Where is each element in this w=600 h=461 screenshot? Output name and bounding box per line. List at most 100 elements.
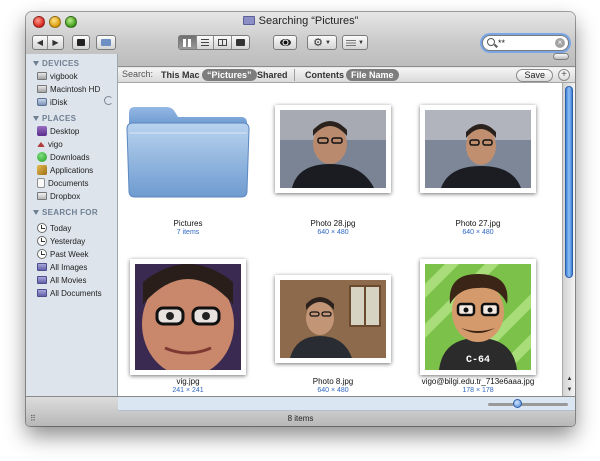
eye-icon [279,39,291,46]
home-icon [37,141,45,147]
sidebar-item-applications[interactable]: Applications [37,164,93,176]
photo-thumbnail [275,105,391,193]
scroll-thumb[interactable] [565,86,573,278]
cover-flow-button[interactable] [232,36,249,49]
scope-shared[interactable]: Shared [252,69,293,81]
chevron-down-icon: ▼ [324,39,331,46]
icon-size-slider[interactable] [488,403,568,406]
smart-folder-icon [37,276,47,284]
forward-button[interactable]: ▶ [48,36,63,49]
disclosure-triangle-icon [33,116,39,121]
photo-image [280,110,386,188]
search-input[interactable]: ** [498,38,505,48]
file-info: 640 × 480 [317,387,349,394]
photo-thumbnail [420,105,536,193]
sidebar-item-all-documents[interactable]: All Documents [37,287,102,299]
file-info: 640 × 480 [462,229,494,236]
file-name: Photo 28.jpg [310,219,356,228]
sidebar-item-downloads[interactable]: Downloads [37,151,90,163]
icon-view-button[interactable] [179,36,197,49]
file-info: 241 × 241 [172,387,204,394]
sidebar-item-today[interactable]: Today [37,222,71,234]
applications-icon [37,165,47,175]
disclosure-triangle-icon [33,61,39,66]
file-name: Pictures [173,219,203,228]
hard-disk-icon [37,85,47,93]
gear-icon: ⚙ [313,37,323,49]
window-title: Searching “Pictures” [26,15,575,27]
icon-size-slider-knob[interactable] [513,399,522,408]
file-info: 7 items [176,229,200,236]
sidebar-header-search-for[interactable]: SEARCH FOR [33,208,98,217]
sidebar-header-places[interactable]: PLACES [33,114,76,123]
smart-folder-icon [37,289,47,297]
cartoon-avatar-image: C-64 [425,264,531,370]
action-menu-button[interactable]: ⚙ ▼ [307,35,337,50]
column-view-button[interactable] [214,36,232,49]
photo-thumbnail [130,259,246,375]
file-item[interactable]: Photo 8.jpg 640 × 480 [263,243,403,396]
columns-icon [217,39,227,46]
laptop-icon [37,72,47,80]
dropbox-icon [37,192,47,200]
criterion-file-name[interactable]: File Name [346,69,399,81]
sidebar-item-yesterday[interactable]: Yesterday [37,235,85,247]
file-item[interactable]: vig.jpg 241 × 241 [118,243,258,396]
sidebar-item-macintosh-hd[interactable]: Macintosh HD [37,83,100,95]
sidebar-item-dropbox[interactable]: Dropbox [37,190,80,202]
clear-search-icon[interactable]: × [555,38,565,48]
quick-look-button[interactable] [273,35,297,50]
quick-look-window-button[interactable] [72,35,90,50]
back-forward-control[interactable]: ◀ ▶ [32,35,64,50]
sync-icon[interactable] [104,96,113,105]
disclosure-triangle-icon [33,210,39,215]
sidebar-header-devices[interactable]: DEVICES [33,59,79,68]
sidebar-item-idisk[interactable]: iDisk [37,96,67,108]
icon-view[interactable]: Pictures 7 items Photo 28.jpg 640 × 480 [118,83,562,396]
file-name: Photo 27.jpg [455,219,501,228]
file-item[interactable]: Pictures 7 items [118,83,258,243]
photo-thumbnail: C-64 [420,259,536,375]
search-field[interactable]: ** × [482,35,569,51]
scope-divider [294,69,295,81]
photo-thumbnail [275,275,391,363]
icon-size-band [118,397,575,411]
cover-flow-icon [235,39,245,46]
file-item[interactable]: C-64 vigo@bilgi.edu.tr_713e6aaa.jpg 178 … [408,243,548,396]
criterion-contents[interactable]: Contents [300,69,349,81]
scope-this-mac[interactable]: This Mac [156,69,205,81]
file-item[interactable]: Photo 28.jpg 640 × 480 [263,83,403,243]
document-icon [37,178,45,188]
back-button[interactable]: ◀ [33,36,48,49]
item-count: 8 items [287,414,314,423]
scroll-up-arrow-icon[interactable]: ▲ [563,374,575,384]
view-mode-control[interactable] [178,35,250,50]
path-button[interactable] [96,35,116,50]
save-search-button[interactable]: Save [516,69,553,82]
scroll-down-arrow-icon[interactable]: ▼ [563,385,575,395]
arrange-menu-button[interactable]: ▼ [342,35,368,50]
scope-label: Search: [122,69,154,79]
file-info: 640 × 480 [317,229,349,236]
sidebar-item-documents[interactable]: Documents [37,177,88,189]
vertical-scrollbar[interactable]: ▲ ▼ [562,83,575,396]
sidebar-item-all-images[interactable]: All Images [37,261,87,273]
photo-image [135,264,241,370]
sidebar-item-all-movies[interactable]: All Movies [37,274,86,286]
clock-icon [37,236,47,246]
scope-pictures[interactable]: “Pictures” [202,69,257,81]
smart-folder-icon [242,16,255,25]
chevron-down-icon: ▼ [358,39,364,46]
file-name: vig.jpg [176,377,200,386]
clock-icon [37,249,47,259]
sidebar-item-desktop[interactable]: Desktop [37,125,79,137]
list-view-button[interactable] [197,36,214,49]
file-item[interactable]: Photo 27.jpg 640 × 480 [408,83,548,243]
add-criteria-button[interactable]: + [558,69,570,81]
toolbar-toggle-button[interactable] [553,53,569,60]
sidebar-item-past-week[interactable]: Past Week [37,248,89,260]
file-name: Photo 8.jpg [312,377,354,386]
sidebar-item-vigo[interactable]: vigo [37,138,63,150]
sidebar-item-vigbook[interactable]: vigbook [37,70,78,82]
sidebar: DEVICES vigbook Macintosh HD iDisk PLACE… [26,54,118,410]
